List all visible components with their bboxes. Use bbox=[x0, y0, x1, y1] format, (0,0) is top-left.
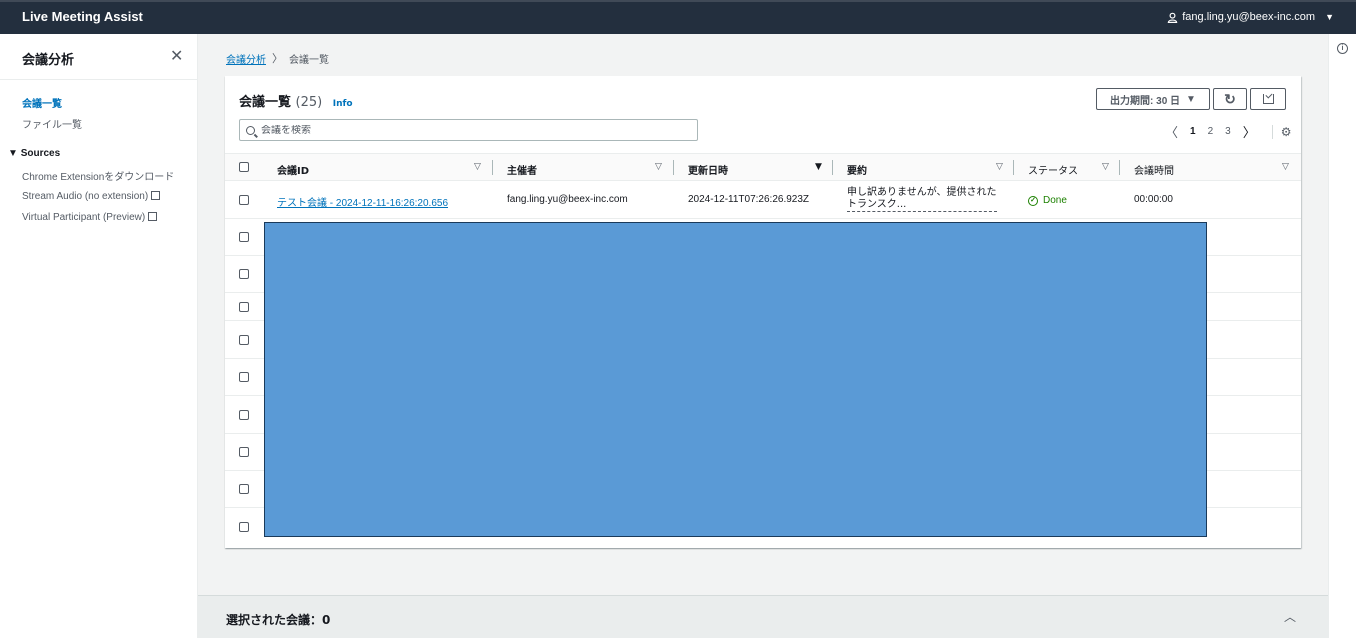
table-header: 会議ID ▽ 主催者 ▽ 更新日時 ▼ 要約 ▽ ステータス ▽ 会議時間 ▽ bbox=[225, 153, 1301, 181]
breadcrumb-parent-link[interactable]: 会議分析 bbox=[226, 51, 266, 66]
selected-meetings-panel: 選択された会議：0 ︿ bbox=[198, 595, 1328, 638]
external-link-icon bbox=[151, 191, 161, 200]
table-count: (25) bbox=[295, 95, 323, 110]
refresh-button[interactable]: ↻ bbox=[1213, 88, 1247, 110]
check-circle-icon: ✓ bbox=[1028, 195, 1038, 206]
search-icon bbox=[246, 125, 255, 135]
chevron-left-icon[interactable]: 〈 bbox=[1165, 122, 1178, 141]
sort-icon[interactable]: ▽ bbox=[1282, 162, 1289, 172]
sidebar-divider bbox=[0, 79, 198, 80]
period-label: 出力期間: 30 日 bbox=[1110, 95, 1181, 107]
column-header-updated[interactable]: 更新日時 bbox=[688, 162, 728, 177]
info-link[interactable]: Info bbox=[333, 99, 353, 109]
column-header-id[interactable]: 会議ID bbox=[277, 162, 309, 177]
row-checkbox[interactable] bbox=[239, 269, 249, 279]
period-dropdown[interactable]: 出力期間: 30 日 ▼ bbox=[1096, 88, 1210, 110]
sidebar-item-virtual-participant[interactable]: Virtual Participant (Preview) bbox=[22, 211, 158, 223]
sort-desc-icon[interactable]: ▼ bbox=[815, 162, 822, 172]
column-separator bbox=[673, 160, 674, 175]
user-email: fang.ling.yu@beex-inc.com bbox=[1182, 11, 1316, 23]
summary-line: トランスク... bbox=[847, 199, 907, 210]
table-title-text: 会議一覧 bbox=[239, 95, 292, 110]
column-separator bbox=[1119, 160, 1120, 175]
sources-section[interactable]: ▼ Sources bbox=[8, 148, 60, 159]
redaction-block bbox=[264, 222, 1207, 537]
chevron-right-icon: 〉 bbox=[272, 52, 283, 65]
sidebar-item-label: Stream Audio (no extension) bbox=[22, 191, 149, 202]
select-all-checkbox[interactable] bbox=[239, 162, 249, 172]
side-navigation: 会議分析 ✕ 会議一覧 ファイル一覧 ▼ Sources Chrome Exte… bbox=[0, 34, 198, 638]
row-checkbox[interactable] bbox=[239, 302, 249, 312]
row-checkbox[interactable] bbox=[239, 335, 249, 345]
top-navigation-bar: Live Meeting Assist fang.ling.yu@beex-in… bbox=[0, 0, 1356, 34]
row-checkbox[interactable] bbox=[239, 447, 249, 457]
meeting-summary[interactable]: 申し訳ありませんが、提供された トランスク... bbox=[847, 187, 997, 212]
search-box[interactable] bbox=[239, 119, 698, 141]
column-header-summary[interactable]: 要約 bbox=[847, 162, 867, 177]
search-input[interactable] bbox=[261, 124, 681, 136]
page-2[interactable]: 2 bbox=[1208, 126, 1214, 137]
sidebar-item-files[interactable]: ファイル一覧 bbox=[22, 116, 82, 131]
sort-icon[interactable]: ▽ bbox=[996, 162, 1003, 172]
user-icon bbox=[1167, 12, 1178, 23]
breadcrumb: 会議分析 〉 会議一覧 bbox=[226, 50, 329, 66]
caret-down-icon: ▼ bbox=[1186, 93, 1196, 105]
table-title: 会議一覧 (25) Info bbox=[239, 91, 353, 110]
sort-icon[interactable]: ▽ bbox=[474, 162, 481, 172]
download-icon bbox=[1262, 94, 1274, 104]
status-badge: ✓ Done bbox=[1028, 195, 1067, 206]
meeting-duration: 00:00:00 bbox=[1134, 194, 1173, 205]
meeting-updated: 2024-12-11T07:26:26.923Z bbox=[688, 194, 810, 205]
column-separator bbox=[832, 160, 833, 175]
sort-icon[interactable]: ▽ bbox=[655, 162, 662, 172]
page-1[interactable]: 1 bbox=[1190, 126, 1196, 137]
refresh-icon: ↻ bbox=[1224, 90, 1236, 107]
row-checkbox[interactable] bbox=[239, 232, 249, 242]
row-checkbox[interactable] bbox=[239, 410, 249, 420]
column-header-status[interactable]: ステータス bbox=[1028, 162, 1078, 177]
gear-icon[interactable]: ⚙ bbox=[1271, 124, 1291, 139]
triangle-down-icon: ▼ bbox=[8, 148, 18, 159]
column-header-host[interactable]: 主催者 bbox=[507, 162, 537, 177]
sidebar-item-label: Virtual Participant (Preview) bbox=[22, 212, 146, 223]
column-separator bbox=[492, 160, 493, 175]
tools-rail: i bbox=[1328, 34, 1356, 638]
row-checkbox[interactable] bbox=[239, 522, 249, 532]
sources-section-title: Sources bbox=[20, 148, 61, 159]
summary-line: 申し訳ありませんが、提供された bbox=[847, 187, 997, 198]
sidebar-item-stream-audio[interactable]: Stream Audio (no extension) bbox=[22, 190, 161, 202]
app-brand[interactable]: Live Meeting Assist bbox=[22, 9, 143, 24]
caret-down-icon: ▼ bbox=[1325, 12, 1334, 22]
chevron-right-icon[interactable]: 〉 bbox=[1243, 122, 1256, 141]
sidebar-item-chrome-extension[interactable]: Chrome Extensionをダウンロード bbox=[22, 168, 174, 183]
selected-count-label: 選択された会議：0 bbox=[226, 613, 331, 627]
page-3[interactable]: 3 bbox=[1225, 126, 1231, 137]
status-text: Done bbox=[1043, 195, 1067, 206]
row-checkbox[interactable] bbox=[239, 484, 249, 494]
breadcrumb-current: 会議一覧 bbox=[289, 54, 329, 66]
user-menu[interactable]: fang.ling.yu@beex-inc.com ▼ bbox=[1167, 11, 1334, 23]
sidebar-title: 会議分析 bbox=[22, 53, 75, 68]
download-button[interactable] bbox=[1250, 88, 1286, 110]
sidebar-item-meetings[interactable]: 会議一覧 bbox=[22, 95, 62, 110]
pagination: 〈 1 2 3 〉 ⚙ bbox=[1165, 122, 1291, 141]
meeting-id-link[interactable]: テスト会議 - 2024-12-11-16:26:20.656 bbox=[277, 194, 448, 209]
chevron-up-icon[interactable]: ︿ bbox=[1284, 608, 1296, 625]
info-icon[interactable]: i bbox=[1337, 43, 1348, 54]
close-icon[interactable]: ✕ bbox=[170, 46, 183, 65]
row-checkbox[interactable] bbox=[239, 372, 249, 382]
meeting-host: fang.ling.yu@beex-inc.com bbox=[507, 194, 628, 205]
row-checkbox[interactable] bbox=[239, 195, 249, 205]
column-header-duration[interactable]: 会議時間 bbox=[1134, 162, 1174, 177]
external-link-icon bbox=[148, 212, 158, 221]
table-row[interactable]: テスト会議 - 2024-12-11-16:26:20.656 fang.lin… bbox=[225, 181, 1301, 219]
column-separator bbox=[1013, 160, 1014, 175]
sort-icon[interactable]: ▽ bbox=[1102, 162, 1109, 172]
